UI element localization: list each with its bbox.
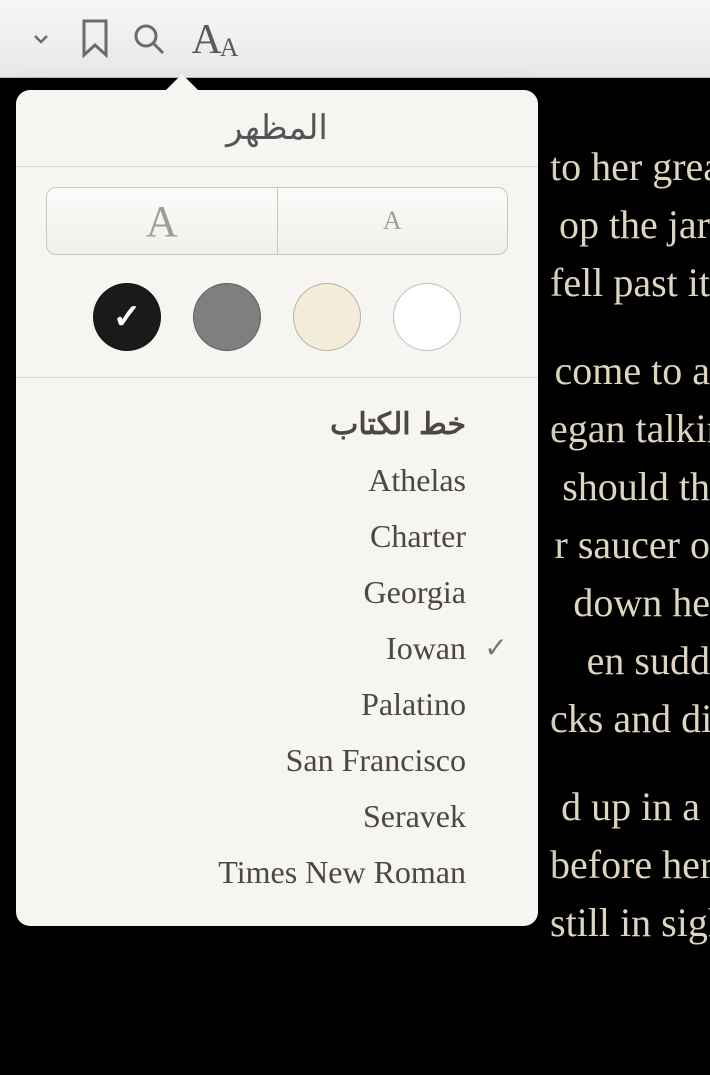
- font-label: خط الكتاب: [330, 407, 466, 442]
- decrease-font-label: A: [383, 206, 402, 236]
- chevron-down-icon[interactable]: [18, 16, 64, 62]
- text-size-icon[interactable]: A A: [180, 16, 250, 62]
- font-item-sanfrancisco[interactable]: San Francisco: [46, 732, 508, 788]
- font-label: Athelas: [368, 462, 466, 499]
- font-label: Charter: [370, 518, 466, 555]
- font-list: خط الكتاب Athelas Charter Georgia Iowan …: [16, 378, 538, 926]
- popover-title: المظهر: [16, 90, 538, 167]
- font-item-georgia[interactable]: Georgia: [46, 564, 508, 620]
- font-item-iowan[interactable]: Iowan ✓: [46, 620, 508, 676]
- toolbar: A A: [0, 0, 710, 78]
- font-label: Times New Roman: [218, 854, 466, 891]
- increase-font-button[interactable]: A: [46, 187, 278, 255]
- theme-gray[interactable]: [193, 283, 261, 351]
- font-item-palatino[interactable]: Palatino: [46, 676, 508, 732]
- font-item-bookfont[interactable]: خط الكتاب: [46, 396, 508, 452]
- font-item-charter[interactable]: Charter: [46, 508, 508, 564]
- theme-white[interactable]: [393, 283, 461, 351]
- check-icon: ✓: [484, 631, 508, 665]
- increase-font-label: A: [146, 196, 178, 247]
- check-icon: ✓: [113, 297, 142, 337]
- appearance-popover: المظهر A A ✓ خط الكتاب Athelas Charter: [16, 90, 538, 926]
- font-item-timesnewroman[interactable]: Times New Roman: [46, 844, 508, 900]
- font-size-row: A A: [16, 167, 538, 273]
- font-label: Georgia: [364, 574, 466, 611]
- font-item-athelas[interactable]: Athelas: [46, 452, 508, 508]
- theme-sepia[interactable]: [293, 283, 361, 351]
- font-label: San Francisco: [286, 742, 466, 779]
- decrease-font-button[interactable]: A: [278, 187, 509, 255]
- font-label: Seravek: [363, 798, 466, 835]
- theme-black[interactable]: ✓: [93, 283, 161, 351]
- search-icon[interactable]: [126, 16, 172, 62]
- theme-row: ✓: [16, 273, 538, 378]
- bookmark-icon[interactable]: [72, 16, 118, 62]
- font-item-seravek[interactable]: Seravek: [46, 788, 508, 844]
- font-label: Iowan: [386, 630, 466, 667]
- font-label: Palatino: [361, 686, 466, 723]
